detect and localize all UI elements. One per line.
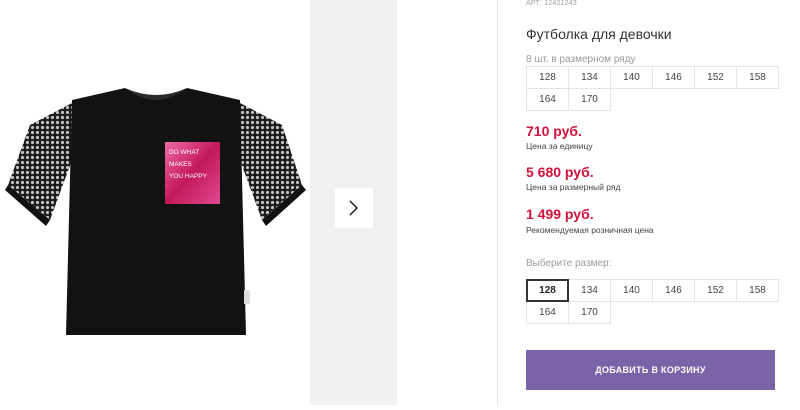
size-row-cell: 128 (526, 66, 569, 89)
retail-price-label: Рекомендуемая розничная цена (526, 225, 654, 235)
chevron-right-icon (349, 200, 359, 216)
product-image[interactable]: DO WHAT MAKES YOU HAPPY (0, 0, 310, 405)
row-price: 5 680 руб. (526, 164, 594, 180)
right-sleeve (240, 103, 302, 220)
divider (497, 0, 498, 405)
size-row-cell: 140 (610, 66, 653, 89)
retail-price: 1 499 руб. (526, 206, 594, 222)
product-title: Футболка для девочки (526, 26, 672, 42)
size-row-cell: 146 (652, 66, 695, 89)
size-row-cell: 134 (568, 66, 611, 89)
svg-text:MAKES: MAKES (169, 161, 192, 168)
left-sleeve (8, 103, 72, 220)
size-row-cell: 152 (694, 66, 737, 89)
svg-text:DO WHAT: DO WHAT (169, 149, 199, 156)
tshirt-body (66, 88, 246, 335)
size-option-134[interactable]: 134 (568, 279, 611, 302)
size-option-164[interactable]: 164 (526, 301, 569, 324)
size-option-158[interactable]: 158 (736, 279, 779, 302)
choose-size-label: Выберите размер: (526, 258, 612, 269)
unit-price: 710 руб. (526, 123, 582, 139)
gallery-next-button[interactable] (335, 188, 373, 228)
size-row-grid: 128 134 140 146 152 158 164 170 (526, 66, 779, 111)
size-row-cell: 164 (526, 88, 569, 111)
size-option-140[interactable]: 140 (610, 279, 653, 302)
size-row-cell: 158 (736, 66, 779, 89)
unit-price-label: Цена за единицу (526, 141, 593, 151)
size-row-cell: 170 (568, 88, 611, 111)
size-option-170[interactable]: 170 (568, 301, 611, 324)
size-select-grid: 128 134 140 146 152 158 164 170 (526, 279, 779, 324)
svg-text:YOU HAPPY: YOU HAPPY (169, 173, 208, 180)
article-number: АРТ: 12421243 (526, 0, 577, 7)
size-row-caption: 8 шт. в размерном ряду (526, 54, 636, 65)
size-option-152[interactable]: 152 (694, 279, 737, 302)
row-price-label: Цена за размерный ряд (526, 182, 621, 192)
add-to-cart-button[interactable]: ДОБАВИТЬ В КОРЗИНУ (526, 350, 775, 390)
size-option-128[interactable]: 128 (526, 279, 569, 302)
tshirt-illustration: DO WHAT MAKES YOU HAPPY (5, 88, 306, 335)
size-option-146[interactable]: 146 (652, 279, 695, 302)
